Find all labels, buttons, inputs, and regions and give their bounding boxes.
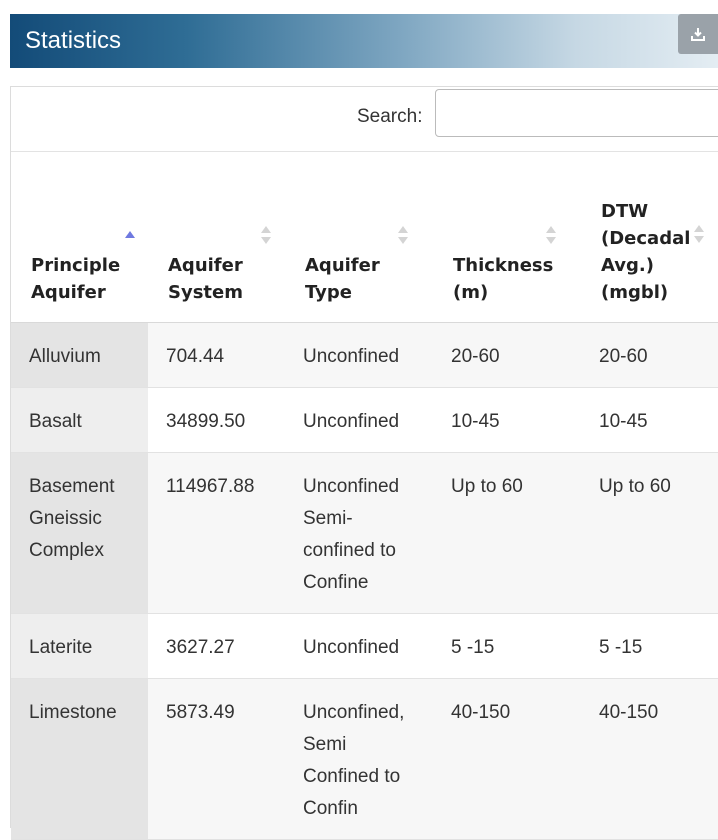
- cell-text: Unconfined: [303, 636, 400, 658]
- table-cell: Unconfined: [285, 387, 433, 453]
- cell-text: Basement: [29, 475, 115, 497]
- table-cell: Unconfined: [285, 613, 433, 679]
- column-header-label: Type: [305, 281, 352, 303]
- table-cell: 20-60: [433, 322, 581, 388]
- table-cell: Laterite: [11, 613, 148, 679]
- cell-text: Unconfined: [303, 475, 400, 497]
- cell-text: Alluvium: [29, 345, 101, 367]
- table-cell: 5 -15: [581, 613, 718, 679]
- cell-text: Up to 60: [599, 475, 671, 497]
- cell-text: 704.44: [166, 345, 225, 367]
- table-cell: 704.44: [148, 322, 285, 388]
- download-icon: [691, 28, 705, 41]
- table-row[interactable]: Basement Gneissic Complex 114967.88 Unconfin…: [11, 452, 718, 614]
- cell-text: 3627.27: [166, 636, 235, 658]
- sort-both-icon: [544, 222, 558, 248]
- column-header-1[interactable]: Aquifer System: [148, 151, 285, 323]
- column-header-label: Avg.): [601, 254, 654, 276]
- cell-text: Limestone: [29, 701, 117, 723]
- column-header-3[interactable]: Thickness (m): [433, 151, 581, 323]
- search-row: Search:: [11, 87, 718, 152]
- cell-text: Unconfined: [303, 345, 400, 367]
- sort-both-icon: [259, 222, 273, 248]
- table-cell: Unconfined Semi-confined to Confine: [285, 452, 433, 614]
- cell-text: 20-60: [451, 345, 500, 367]
- table-cell: Basalt: [11, 387, 148, 453]
- sort-ascending-icon: [123, 227, 137, 253]
- statistics-panel: Search: Principle Aquifer Aquifer System Aqu…: [10, 86, 718, 840]
- cell-text: Laterite: [29, 636, 93, 658]
- cell-text: 10-45: [451, 410, 500, 432]
- table-cell: 114967.88: [148, 452, 285, 614]
- cell-text: Semi: [303, 733, 347, 755]
- table-cell: 5 -15: [433, 613, 581, 679]
- column-header-label: (mgbl): [601, 281, 669, 303]
- cell-text: Unconfined,: [303, 701, 405, 723]
- table-header-row: Principle Aquifer Aquifer System Aquifer Type…: [11, 151, 718, 323]
- cell-text: confined to: [303, 539, 396, 561]
- cell-text: Confined to: [303, 765, 401, 787]
- column-header-label: (m): [453, 281, 489, 303]
- cell-text: 5 -15: [599, 636, 643, 658]
- statistics-header: Statistics: [10, 14, 718, 68]
- column-header-label: Principle: [31, 254, 121, 276]
- cell-text: 5873.49: [166, 701, 235, 723]
- table-cell: 34899.50: [148, 387, 285, 453]
- table-cell: 10-45: [581, 387, 718, 453]
- cell-text: 10-45: [599, 410, 648, 432]
- search-input[interactable]: [435, 89, 718, 137]
- cell-text: Basalt: [29, 410, 82, 432]
- header-title: Statistics: [25, 27, 122, 54]
- cell-text: 34899.50: [166, 410, 246, 432]
- cell-text: Unconfined: [303, 410, 400, 432]
- column-header-0[interactable]: Principle Aquifer: [11, 151, 148, 323]
- download-button[interactable]: [678, 14, 718, 54]
- column-header-4[interactable]: DTW (Decadal Avg.) (mgbl): [581, 151, 718, 323]
- table-row[interactable]: Alluvium 704.44 Unconfined 20-60 20-60: [11, 322, 718, 388]
- aquifer-table: Principle Aquifer Aquifer System Aquifer Type…: [11, 151, 718, 840]
- cell-text: 114967.88: [166, 475, 255, 497]
- cell-text: 5 -15: [451, 636, 495, 658]
- cell-text: Gneissic: [29, 507, 102, 529]
- table-row[interactable]: Laterite 3627.27 Unconfined 5 -15 5 -15: [11, 613, 718, 679]
- cell-text: Confin: [303, 797, 358, 819]
- search-label: Search:: [357, 106, 423, 127]
- cell-text: 40-150: [451, 701, 511, 723]
- cell-text: 20-60: [599, 345, 648, 367]
- cell-text: Confine: [303, 571, 369, 593]
- sort-both-icon: [692, 221, 706, 247]
- table-body: Alluvium 704.44 Unconfined 20-60 20-60 Basalt…: [11, 322, 718, 840]
- table-cell: Up to 60: [581, 452, 718, 614]
- column-header-2[interactable]: Aquifer Type: [285, 151, 433, 323]
- column-header-label: System: [168, 281, 243, 303]
- table-row[interactable]: Basalt 34899.50 Unconfined 10-45 10-45: [11, 387, 718, 453]
- table-cell: 20-60: [581, 322, 718, 388]
- column-header-label: Aquifer: [305, 254, 380, 276]
- cell-text: 40-150: [599, 701, 659, 723]
- cell-text: Complex: [29, 539, 104, 561]
- table-cell: 3627.27: [148, 613, 285, 679]
- column-header-label: Aquifer: [31, 281, 106, 303]
- cell-text: Semi-: [303, 507, 353, 529]
- table-cell: 10-45: [433, 387, 581, 453]
- table-cell: Alluvium: [11, 322, 148, 388]
- table-cell: Basement Gneissic Complex: [11, 452, 148, 614]
- cell-text: Up to 60: [451, 475, 523, 497]
- column-header-label: Aquifer: [168, 254, 243, 276]
- sort-both-icon: [396, 222, 410, 248]
- table-cell: Unconfined: [285, 322, 433, 388]
- table-cell: Up to 60: [433, 452, 581, 614]
- column-header-label: Thickness: [453, 254, 554, 276]
